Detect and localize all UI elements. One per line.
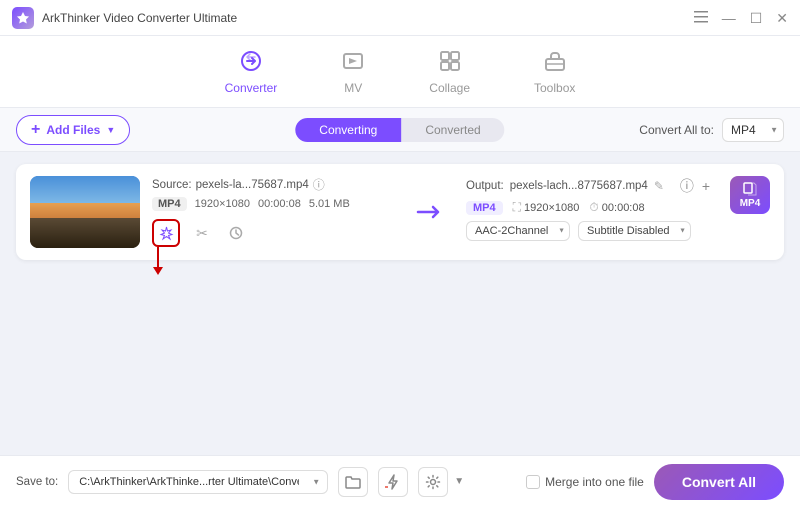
file-card: Source: pexels-la...75687.mp4 ⓘ MP4 1920… xyxy=(16,164,784,260)
file-resolution: 1920×1080 xyxy=(195,198,250,210)
plus-icon: + xyxy=(31,121,40,139)
speed-button[interactable] xyxy=(224,221,248,245)
file-info: Source: pexels-la...75687.mp4 ⓘ MP4 1920… xyxy=(152,176,396,247)
file-meta: MP4 1920×1080 00:00:08 5.01 MB xyxy=(152,197,396,211)
nav-item-mv[interactable]: MV xyxy=(329,43,377,101)
tab-converting[interactable]: Converting xyxy=(295,118,401,142)
open-folder-button[interactable] xyxy=(338,467,368,497)
output-duration: 00:00:08 xyxy=(602,202,645,214)
clock-icon: ⏱ xyxy=(589,200,598,215)
output-resolution-item: ⛶ 1920×1080 xyxy=(513,200,580,215)
enhance-button[interactable] xyxy=(152,219,180,247)
nav-item-toolbox[interactable]: Toolbox xyxy=(522,43,587,101)
app-title: ArkThinker Video Converter Ultimate xyxy=(42,11,694,25)
convert-all-to-label: Convert All to: xyxy=(639,123,714,137)
output-actions-right: ⓘ + xyxy=(680,176,710,196)
audio-channel-select-wrap: AAC-2Channel xyxy=(466,221,570,241)
output-resolution: 1920×1080 xyxy=(524,202,579,214)
subtitle-select[interactable]: Subtitle Disabled xyxy=(578,221,691,241)
format-badge-box[interactable]: MP4 xyxy=(730,176,770,214)
bottom-bar: Save to: ▼ Merge into one file Convert A… xyxy=(0,455,800,507)
add-files-dropdown-arrow: ▼ xyxy=(106,125,115,135)
file-duration: 00:00:08 xyxy=(258,198,301,210)
format-select-wrap: MP4 MKV AVI MOV xyxy=(722,118,784,142)
merge-label-text: Merge into one file xyxy=(545,475,644,489)
output-section: Output: pexels-lach...8775687.mp4 ✎ ⓘ + … xyxy=(466,176,710,241)
nav-converter-label: Converter xyxy=(225,81,278,95)
close-button[interactable]: ✕ xyxy=(776,11,788,25)
maximize-button[interactable]: ☐ xyxy=(750,11,763,25)
file-size: 5.01 MB xyxy=(309,198,350,210)
red-arrow xyxy=(153,247,163,275)
settings-dropdown-arrow[interactable]: ▼ xyxy=(454,476,464,487)
file-actions: ✂ xyxy=(152,219,396,247)
source-filename: pexels-la...75687.mp4 xyxy=(196,179,309,191)
file-source: Source: pexels-la...75687.mp4 ⓘ xyxy=(152,176,396,193)
output-info-icon[interactable]: ⓘ xyxy=(680,176,694,196)
add-files-label: Add Files xyxy=(46,123,100,137)
ground-layer xyxy=(30,218,140,248)
nav-collage-label: Collage xyxy=(429,81,470,95)
edit-output-icon[interactable]: ✎ xyxy=(654,179,664,193)
merge-checkbox[interactable] xyxy=(526,475,540,489)
subtitle-select-wrap: Subtitle Disabled xyxy=(578,221,691,241)
conversion-arrow xyxy=(408,202,454,222)
app-logo xyxy=(12,7,34,29)
file-thumbnail xyxy=(30,176,140,248)
format-badge-text: MP4 xyxy=(740,198,761,209)
output-format-badge: MP4 xyxy=(466,201,503,215)
main-content: Source: pexels-la...75687.mp4 ⓘ MP4 1920… xyxy=(0,152,800,455)
output-label: Output: xyxy=(466,180,504,192)
settings-button[interactable] xyxy=(418,467,448,497)
nav-item-collage[interactable]: Collage xyxy=(417,43,482,101)
source-label: Source: xyxy=(152,179,192,191)
file-format-badge: MP4 xyxy=(152,197,187,211)
window-controls: — ☐ ✕ xyxy=(694,11,788,25)
merge-checkbox-label[interactable]: Merge into one file xyxy=(526,475,644,489)
save-to-label: Save to: xyxy=(16,476,58,488)
save-path-wrap xyxy=(68,470,328,494)
convert-all-button[interactable]: Convert All xyxy=(654,464,784,500)
format-badge-container: MP4 ▶ xyxy=(730,176,770,214)
nav-toolbox-label: Toolbox xyxy=(534,81,575,95)
toolbox-icon xyxy=(543,49,567,77)
nav-mv-label: MV xyxy=(344,81,362,95)
tab-converted[interactable]: Converted xyxy=(401,118,504,142)
info-icon[interactable]: ⓘ xyxy=(313,176,325,193)
convert-all-group: Convert All to: MP4 MKV AVI MOV xyxy=(639,118,784,142)
output-filename: pexels-lach...8775687.mp4 xyxy=(510,180,648,192)
converter-icon xyxy=(239,49,263,77)
output-add-icon[interactable]: + xyxy=(702,178,710,194)
title-bar: ArkThinker Video Converter Ultimate — ☐ … xyxy=(0,0,800,36)
collage-icon xyxy=(438,49,462,77)
mv-icon xyxy=(341,49,365,77)
window-menu-icon[interactable] xyxy=(694,11,708,25)
minimize-button[interactable]: — xyxy=(722,11,736,25)
nav-bar: Converter MV Collage xyxy=(0,36,800,108)
format-select[interactable]: MP4 MKV AVI MOV xyxy=(722,118,784,142)
nav-item-converter[interactable]: Converter xyxy=(213,43,290,101)
flash-settings-button[interactable] xyxy=(378,467,408,497)
cut-button[interactable]: ✂ xyxy=(190,221,214,245)
output-details: MP4 ⛶ 1920×1080 ⏱ 00:00:08 xyxy=(466,200,710,215)
output-settings: AAC-2Channel Subtitle Disabled xyxy=(466,221,710,241)
toolbar: + Add Files ▼ Converting Converted Conve… xyxy=(0,108,800,152)
arrow-head xyxy=(153,267,163,275)
output-duration-item: ⏱ 00:00:08 xyxy=(589,200,644,215)
output-header: Output: pexels-lach...8775687.mp4 ✎ ⓘ + xyxy=(466,176,710,196)
arrow-line xyxy=(157,247,159,267)
audio-channel-select[interactable]: AAC-2Channel xyxy=(466,221,570,241)
add-files-button[interactable]: + Add Files ▼ xyxy=(16,115,130,145)
save-path-input[interactable] xyxy=(68,470,328,494)
tabs-group: Converting Converted xyxy=(295,118,504,142)
resolution-icon: ⛶ xyxy=(513,200,521,215)
